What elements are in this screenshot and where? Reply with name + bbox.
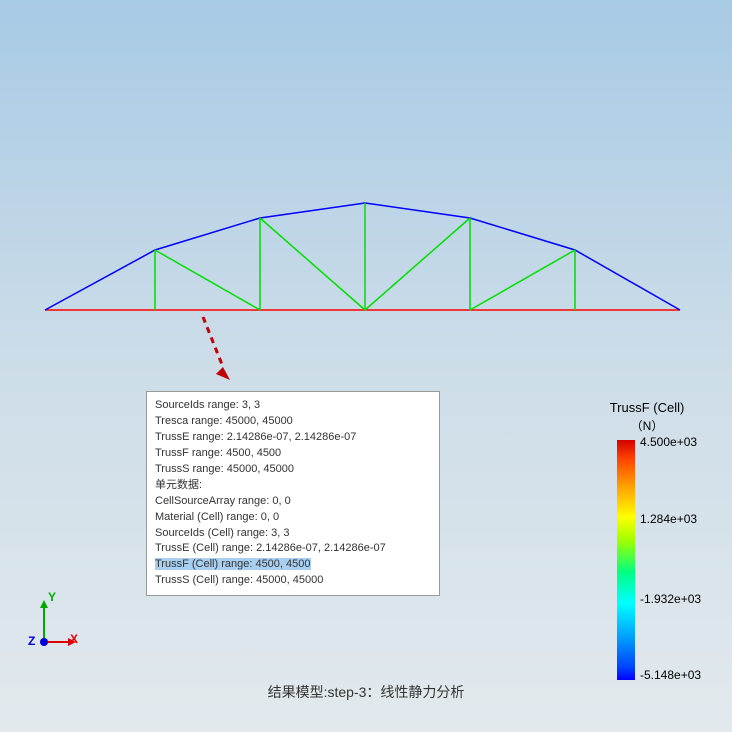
- result-caption: 结果模型:step-3：线性静力分析: [0, 682, 732, 702]
- info-line: SourceIds range: 3, 3: [155, 398, 431, 414]
- scale-label: 4.500e+03: [640, 435, 697, 449]
- info-line-highlighted: TrussF (Cell) range: 4500, 4500: [155, 557, 431, 573]
- scale-label: -5.148e+03: [640, 668, 701, 682]
- scale-label: -1.932e+03: [640, 592, 701, 606]
- info-line: Material (Cell) range: 0, 0: [155, 510, 431, 526]
- callout-arrow: [168, 312, 248, 392]
- info-line: TrussS range: 45000, 45000: [155, 462, 431, 478]
- axis-y-label: Y: [48, 590, 56, 604]
- info-line: 单元数据:: [155, 478, 431, 494]
- scalar-bar: TrussF (Cell) （N） 4.500e+03 1.284e+03 -1…: [587, 400, 707, 680]
- info-line: CellSourceArray range: 0, 0: [155, 494, 431, 510]
- info-line: Tresca range: 45000, 45000: [155, 414, 431, 430]
- axis-triad: Y X Z: [22, 594, 82, 654]
- viewport[interactable]: SourceIds range: 3, 3 Tresca range: 4500…: [0, 0, 732, 732]
- axis-z-label: Z: [28, 634, 35, 648]
- scalar-unit: （N）: [587, 417, 707, 434]
- info-line: TrussS (Cell) range: 45000, 45000: [155, 573, 431, 589]
- info-line: SourceIds (Cell) range: 3, 3: [155, 526, 431, 542]
- info-line: TrussF range: 4500, 4500: [155, 446, 431, 462]
- scale-label: 1.284e+03: [640, 512, 697, 526]
- scalar-title: TrussF (Cell): [587, 400, 707, 415]
- info-line: TrussE range: 2.14286e-07, 2.14286e-07: [155, 430, 431, 446]
- axis-x-label: X: [70, 632, 78, 646]
- info-tooltip: SourceIds range: 3, 3 Tresca range: 4500…: [146, 391, 440, 596]
- info-line: TrussE (Cell) range: 2.14286e-07, 2.1428…: [155, 541, 431, 557]
- color-gradient: [617, 440, 635, 680]
